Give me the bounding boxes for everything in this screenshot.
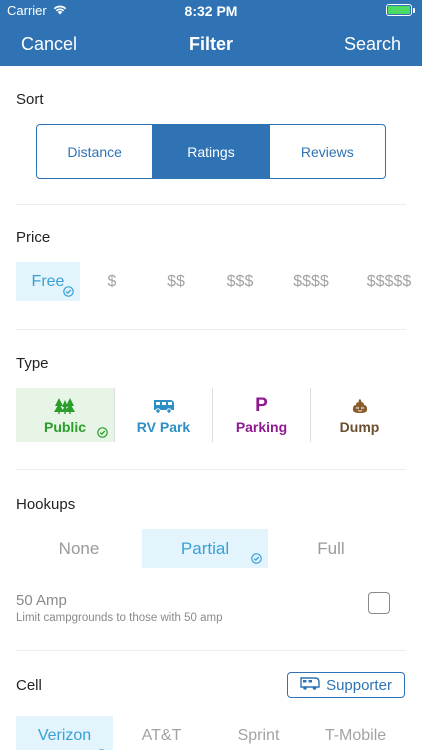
cell-option-tmobile[interactable]: T-Mobile (307, 716, 404, 750)
parking-icon: P (255, 394, 268, 416)
sort-title: Sort (16, 91, 44, 108)
hookups-option-label: Partial (180, 538, 230, 558)
divider (16, 329, 406, 330)
sort-option-reviews[interactable]: Reviews (270, 125, 385, 178)
price-option-5[interactable]: $$$$$ (350, 262, 422, 301)
price-option-4[interactable]: $$$$ (272, 262, 350, 301)
divider (16, 204, 406, 205)
type-option-rv-park[interactable]: RV Park (114, 388, 212, 442)
type-options: Public RV Park P Parking Dump (16, 388, 408, 442)
hookups-options: None Partial Full (16, 529, 394, 568)
price-options: Free $ $$ $$$ $$$$ $$$$$ (16, 262, 422, 301)
type-option-public[interactable]: Public (16, 388, 114, 442)
hookups-title: Hookups (16, 496, 76, 513)
sort-option-distance[interactable]: Distance (37, 125, 154, 178)
amp-checkbox[interactable] (368, 592, 390, 614)
cell-option-verizon[interactable]: Verizon (16, 716, 113, 750)
price-title: Price (16, 229, 51, 246)
price-option-2[interactable]: $$ (144, 262, 208, 301)
battery-icon (386, 4, 415, 16)
sort-option-ratings[interactable]: Ratings (153, 125, 270, 178)
clock: 8:32 PM (184, 3, 238, 19)
hookups-option-full[interactable]: Full (268, 529, 394, 568)
cell-option-sprint[interactable]: Sprint (210, 716, 307, 750)
cell-option-label: Verizon (37, 727, 92, 744)
cell-title: Cell (16, 677, 42, 694)
divider (16, 650, 406, 651)
supporter-button[interactable]: Supporter (287, 672, 405, 698)
supporter-label: Supporter (326, 676, 392, 694)
type-option-label: Parking (235, 418, 288, 435)
status-bar: Carrier 8:32 PM (0, 0, 422, 22)
checkmark-icon (63, 286, 74, 297)
checkmark-icon (97, 427, 108, 438)
rv-icon (300, 676, 320, 694)
amp-description: Limit campgrounds to those with 50 amp (16, 612, 223, 624)
type-option-label: Dump (339, 418, 380, 435)
price-option-free[interactable]: Free (16, 262, 80, 301)
divider (16, 469, 406, 470)
cell-options: Verizon AT&T Sprint T-Mobile (16, 716, 404, 750)
checkmark-icon (251, 553, 262, 564)
cell-option-att[interactable]: AT&T (113, 716, 210, 750)
nav-bar: Cancel Filter Search (0, 22, 422, 66)
price-option-3[interactable]: $$$ (208, 262, 272, 301)
type-option-parking[interactable]: P Parking (212, 388, 310, 442)
type-option-label: Public (43, 418, 86, 435)
dump-icon (351, 396, 369, 416)
hookups-option-partial[interactable]: Partial (142, 529, 268, 568)
type-option-dump[interactable]: Dump (310, 388, 408, 442)
amp-label: 50 Amp (16, 592, 67, 609)
hookups-option-none[interactable]: None (16, 529, 142, 568)
price-option-label: Free (31, 272, 65, 290)
rv-icon (153, 396, 175, 416)
type-option-label: RV Park (136, 418, 191, 435)
price-option-1[interactable]: $ (80, 262, 144, 301)
search-button[interactable]: Search (344, 34, 401, 55)
trees-icon (54, 396, 76, 416)
sort-segmented-control: Distance Ratings Reviews (36, 124, 386, 179)
type-title: Type (16, 355, 49, 372)
